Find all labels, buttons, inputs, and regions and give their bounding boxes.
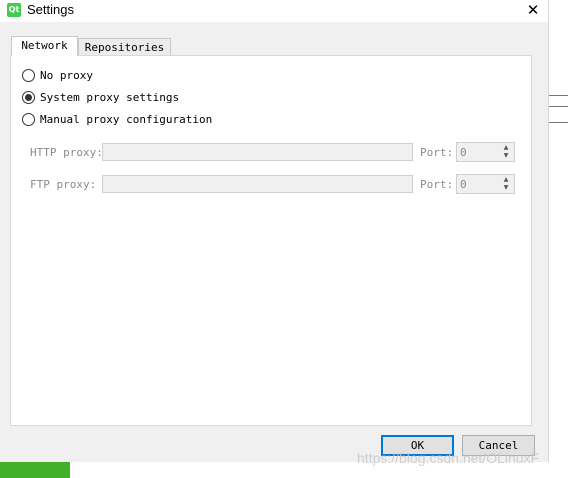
ftp-proxy-input[interactable] (102, 175, 413, 193)
spin-up-icon[interactable]: ▲ (500, 144, 512, 152)
http-proxy-input[interactable] (102, 143, 413, 161)
ftp-port-spinbox[interactable]: 0 ▲ ▼ (456, 174, 515, 194)
settings-dialog: Qt Settings ✕ Network Repositories No pr… (0, 0, 549, 462)
http-port-spinbox[interactable]: 0 ▲ ▼ (456, 142, 515, 162)
title-bar: Qt Settings ✕ (0, 0, 548, 22)
manual-proxy-radio[interactable] (22, 112, 35, 126)
manual-proxy-option[interactable]: Manual proxy configuration (22, 111, 212, 127)
ftp-proxy-label: FTP proxy: (30, 178, 97, 191)
spin-down-icon[interactable]: ▼ (500, 152, 512, 160)
close-button[interactable]: ✕ (518, 0, 548, 22)
system-proxy-option[interactable]: System proxy settings (22, 89, 179, 105)
spin-up-icon[interactable]: ▲ (500, 176, 512, 184)
no-proxy-option[interactable]: No proxy (22, 67, 93, 83)
divider (549, 122, 568, 123)
system-proxy-label: System proxy settings (40, 90, 180, 104)
network-panel: No proxy System proxy settings Manual pr… (10, 55, 532, 426)
http-proxy-label: HTTP proxy: (30, 146, 103, 159)
close-icon: ✕ (526, 1, 540, 19)
watermark: https://blog.csdn.net/OLinuxF (357, 450, 540, 466)
no-proxy-radio[interactable] (22, 68, 35, 82)
http-port-label: Port: (420, 146, 454, 159)
spin-down-icon[interactable]: ▼ (500, 184, 512, 192)
http-port-value: 0 (460, 146, 467, 159)
ftp-port-label: Port: (420, 178, 454, 191)
system-proxy-radio[interactable] (22, 90, 35, 104)
background-window-edge (549, 95, 568, 125)
manual-proxy-label: Manual proxy configuration (40, 112, 213, 126)
ftp-port-value: 0 (460, 178, 467, 191)
no-proxy-label: No proxy (40, 68, 93, 82)
divider (549, 95, 568, 96)
qt-logo-icon: Qt (7, 3, 21, 17)
tab-repositories[interactable]: Repositories (78, 38, 171, 55)
background-green-bar (0, 462, 70, 478)
divider (549, 106, 568, 107)
window-title: Settings (27, 2, 74, 17)
tab-network[interactable]: Network (11, 36, 78, 56)
